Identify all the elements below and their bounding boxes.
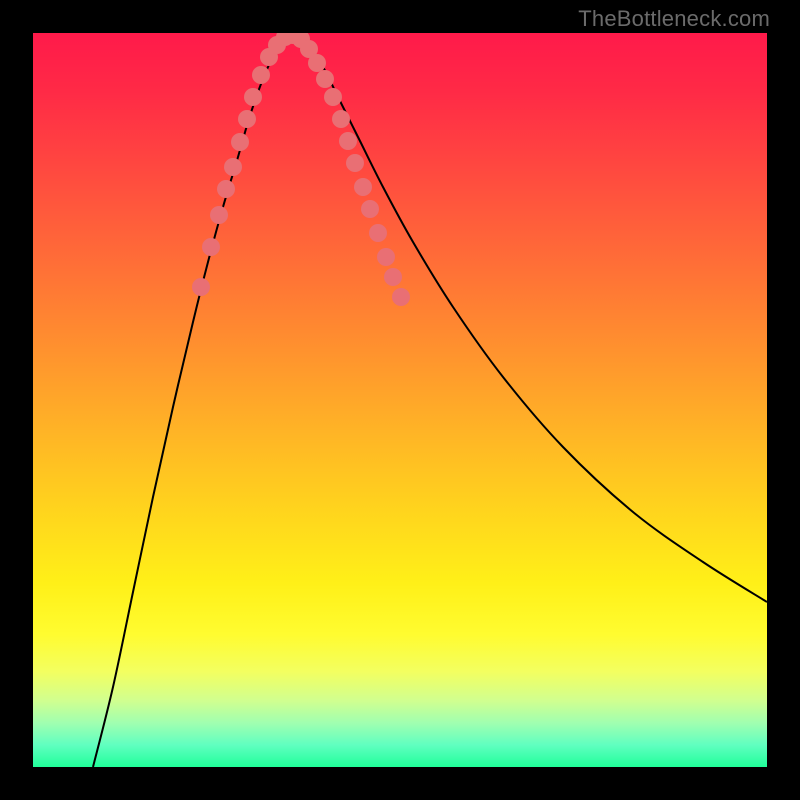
watermark-text: TheBottleneck.com xyxy=(578,6,770,32)
marker-dot xyxy=(308,54,326,72)
marker-dot xyxy=(339,132,357,150)
marker-dot xyxy=(252,66,270,84)
marker-dot xyxy=(192,278,210,296)
marker-group xyxy=(192,33,410,306)
chart-frame: TheBottleneck.com xyxy=(0,0,800,800)
plot-area xyxy=(33,33,767,767)
bottleneck-curve xyxy=(93,34,767,767)
marker-dot xyxy=(238,110,256,128)
marker-dot xyxy=(332,110,350,128)
marker-dot xyxy=(316,70,334,88)
marker-dot xyxy=(244,88,262,106)
marker-dot xyxy=(231,133,249,151)
marker-dot xyxy=(354,178,372,196)
marker-dot xyxy=(361,200,379,218)
marker-dot xyxy=(346,154,364,172)
marker-dot xyxy=(392,288,410,306)
marker-dot xyxy=(384,268,402,286)
marker-dot xyxy=(377,248,395,266)
marker-dot xyxy=(224,158,242,176)
marker-dot xyxy=(369,224,387,242)
marker-dot xyxy=(202,238,220,256)
marker-dot xyxy=(210,206,228,224)
marker-dot xyxy=(217,180,235,198)
curve-layer xyxy=(33,33,767,767)
marker-dot xyxy=(324,88,342,106)
